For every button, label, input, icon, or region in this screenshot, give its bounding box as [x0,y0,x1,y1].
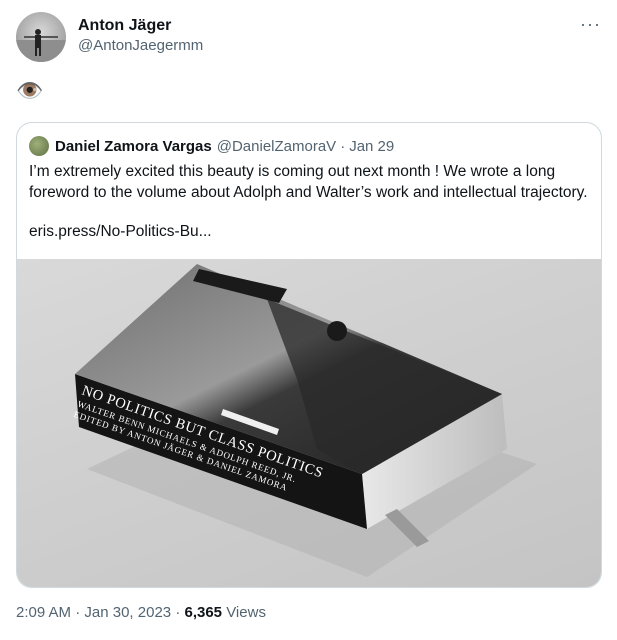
author-handle[interactable]: @AntonJaegermm [78,36,203,56]
quoted-tweet-header: Daniel Zamora Vargas @DanielZamoraV · Ja… [29,135,394,157]
tweet-header: Anton Jäger @AntonJaegermm ··· [16,12,601,64]
tweet-time[interactable]: 2:09 AM [16,604,71,621]
book-cover-image[interactable]: NO POLITICS BUT CLASS POLITICS WALTER BE… [17,259,601,587]
author-display-name[interactable]: Anton Jäger [78,16,203,36]
quoted-date: Jan 29 [349,137,395,155]
avatar-photo [16,29,66,62]
quoted-handle: @DanielZamoraV [216,137,337,155]
quoted-tweet-text: I’m extremely excited this beauty is com… [29,163,588,201]
more-options-icon[interactable]: ··· [580,14,601,35]
tweet-footer: 2:09 AM · Jan 30, 2023 · 6,365 Views [16,604,266,621]
quoted-tweet[interactable]: Daniel Zamora Vargas @DanielZamoraV · Ja… [16,122,602,588]
quoted-separator: · [340,137,346,155]
quoted-tweet-link[interactable]: eris.press/No-Politics-Bu... [29,221,212,242]
book-illustration: NO POLITICS BUT CLASS POLITICS WALTER BE… [72,264,537,577]
tweet-text: 👁️ [16,78,44,103]
views-count[interactable]: 6,365 [184,604,222,621]
quoted-avatar [29,136,49,156]
quoted-display-name: Daniel Zamora Vargas [55,137,212,155]
tweet-date[interactable]: Jan 30, 2023 [84,604,171,621]
views-label: Views [226,604,266,621]
avatar[interactable] [16,12,66,62]
footer-separator: · [175,604,181,621]
author-info: Anton Jäger @AntonJaegermm [78,16,203,56]
footer-separator: · [75,604,81,621]
